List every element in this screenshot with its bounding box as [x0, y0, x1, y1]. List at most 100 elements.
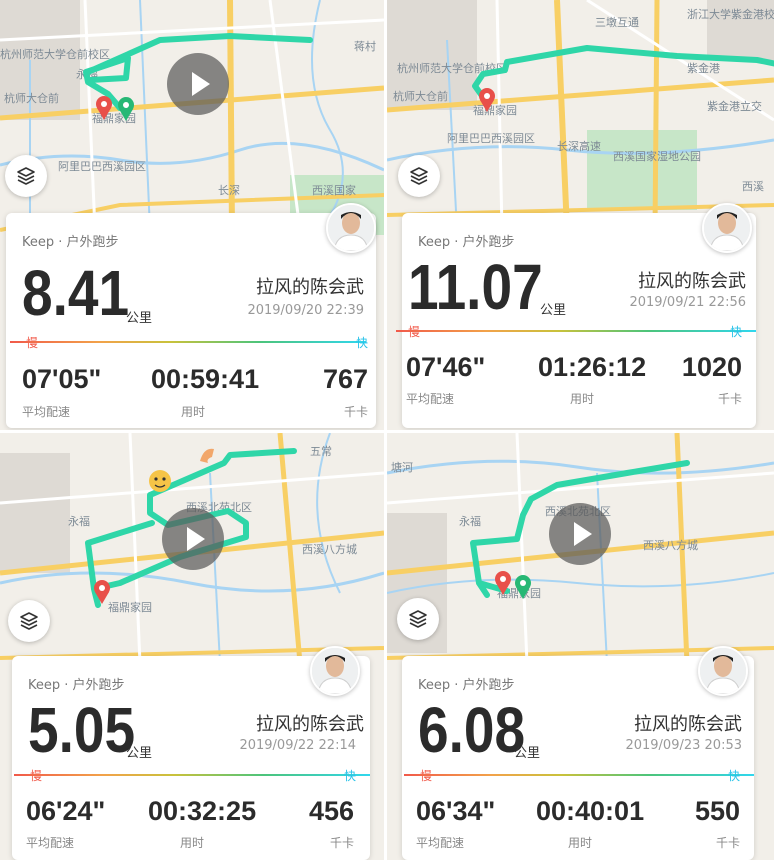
pace-gradient-bar [10, 341, 366, 343]
calories-label: 千卡 [717, 392, 742, 406]
avg-pace-label: 平均配速 [26, 836, 75, 850]
play-button[interactable] [167, 53, 229, 115]
avg-pace-value: 06'34" [416, 796, 496, 826]
distance-value: 8.41 [22, 257, 130, 329]
map-label: 永福 [68, 514, 90, 528]
duration-value: 01:26:12 [538, 352, 647, 382]
run-summary-card: Keep · 户外跑步 5.05 公里 拉风的陈会武 2019/09/22 22… [12, 646, 370, 860]
avg-pace-value: 07'05" [22, 364, 102, 394]
run-summary-card: Keep · 户外跑步 11.07 公里 拉风的陈会武 2019/09/21 2… [396, 203, 756, 428]
layers-button[interactable] [5, 155, 47, 197]
map-label: 西溪国家湿地公园 [613, 149, 701, 163]
user-name: 拉风的陈会武 [256, 277, 364, 298]
distance-value: 6.08 [418, 694, 526, 766]
map-label: 西溪八方城 [643, 538, 698, 552]
source-label: Keep · 户外跑步 [418, 235, 515, 250]
duration-value: 00:32:25 [148, 796, 257, 826]
avatar[interactable] [310, 646, 360, 696]
run-panel-4: 塘河 永福 西溪北苑北区 西溪八方城 福鼎家园 Keep · 户外跑步 6.08… [387, 433, 774, 860]
avg-pace-label: 平均配速 [22, 405, 71, 419]
layers-icon [20, 612, 38, 630]
distance-value: 11.07 [408, 251, 543, 323]
fast-label: 快 [727, 769, 740, 783]
map-label: 西溪国家 [312, 183, 356, 197]
duration-value: 00:59:41 [151, 364, 260, 394]
run-panel-1: 杭州师范大学仓前校区 永福 杭师大仓前 福鼎家园 阿里巴巴西溪园区 长深 西溪国… [0, 0, 384, 430]
run-summary-card: Keep · 户外跑步 8.41 公里 拉风的陈会武 2019/09/20 22… [6, 203, 376, 428]
emoji-marker-icon [149, 470, 171, 492]
run-summary-card: Keep · 户外跑步 6.08 公里 拉风的陈会武 2019/09/23 20… [402, 646, 754, 860]
layers-button[interactable] [398, 155, 440, 197]
calories-label: 千卡 [343, 405, 368, 419]
avg-pace-value: 07'46" [406, 352, 486, 382]
map-label: 西溪八方城 [302, 542, 357, 556]
calories-label: 千卡 [715, 836, 740, 850]
run-date: 2019/09/20 22:39 [247, 303, 364, 318]
source-label: Keep · 户外跑步 [22, 235, 119, 250]
distance-unit: 公里 [514, 746, 541, 761]
user-name: 拉风的陈会武 [256, 714, 364, 735]
play-button[interactable] [162, 508, 224, 570]
run-date: 2019/09/21 22:56 [629, 295, 746, 310]
avatar[interactable] [698, 646, 748, 696]
source-label: Keep · 户外跑步 [418, 678, 515, 693]
avatar-image [328, 205, 374, 251]
calories-value: 767 [322, 364, 368, 394]
fast-label: 快 [729, 325, 742, 339]
pace-gradient-bar [396, 330, 756, 332]
calories-value: 1020 [681, 352, 742, 382]
run-panel-3: 五常 永福 西溪北苑北区 西溪八方城 福鼎家园 Keep · 户外跑步 5.05… [0, 433, 384, 860]
map-label: 阿里巴巴西溪园区 [447, 132, 535, 145]
user-name: 拉风的陈会武 [638, 271, 746, 292]
run-panel-2: 三墩互通 浙江大学紫金港校区 杭州师范大学仓前校区 杭师大仓前 福鼎家园 紫金港… [387, 0, 774, 430]
map-label: 塘河 [391, 460, 413, 474]
avatar-image [700, 648, 746, 694]
distance-unit: 公里 [126, 311, 153, 326]
layers-icon [17, 167, 35, 185]
layers-button[interactable] [397, 598, 439, 640]
fast-label: 快 [355, 336, 368, 350]
map-label: 三墩互通 [595, 15, 639, 29]
avg-pace-label: 平均配速 [406, 392, 455, 406]
distance-unit: 公里 [540, 303, 567, 318]
map-label: 浙江大学紫金港校区 [687, 7, 774, 21]
map-label: 五常 [310, 445, 332, 458]
layers-button[interactable] [8, 600, 50, 642]
distance-value: 5.05 [28, 694, 136, 766]
duration-value: 00:40:01 [536, 796, 645, 826]
map-label: 蒋村 [354, 39, 376, 53]
avatar-image [704, 205, 750, 251]
duration-label: 用时 [181, 405, 206, 419]
map-label: 福鼎家园 [473, 103, 517, 117]
map-label: 西溪 [742, 180, 764, 193]
map-label: 杭师大仓前 [393, 89, 448, 103]
avatar[interactable] [326, 203, 376, 253]
map-label: 杭州师范大学仓前校区 [0, 47, 110, 61]
fast-label: 快 [343, 769, 356, 783]
map-label: 杭师大仓前 [4, 91, 59, 105]
calories-value: 456 [308, 796, 354, 826]
avg-pace-label: 平均配速 [416, 836, 465, 850]
map-label: 紫金港 [687, 61, 720, 75]
calories-value: 550 [694, 796, 740, 826]
pace-gradient-bar [404, 774, 754, 776]
map-label: 紫金港立交 [707, 99, 762, 113]
map-label: 永福 [459, 514, 481, 528]
avg-pace-value: 06'24" [26, 796, 106, 826]
layers-icon [409, 610, 427, 628]
duration-label: 用时 [568, 836, 593, 850]
avatar[interactable] [702, 203, 752, 253]
run-date: 2019/09/23 20:53 [625, 738, 742, 753]
source-label: Keep · 户外跑步 [28, 678, 125, 693]
duration-label: 用时 [570, 392, 595, 406]
calories-label: 千卡 [329, 836, 354, 850]
user-name: 拉风的陈会武 [634, 714, 742, 735]
map-label: 长深 [218, 184, 240, 197]
duration-label: 用时 [180, 836, 205, 850]
run-date: 2019/09/22 22:14 [239, 738, 356, 753]
map-label: 长深高速 [557, 139, 601, 153]
play-button[interactable] [549, 503, 611, 565]
pace-gradient-bar [14, 774, 370, 776]
map-label: 阿里巴巴西溪园区 [58, 160, 146, 173]
layers-icon [410, 167, 428, 185]
